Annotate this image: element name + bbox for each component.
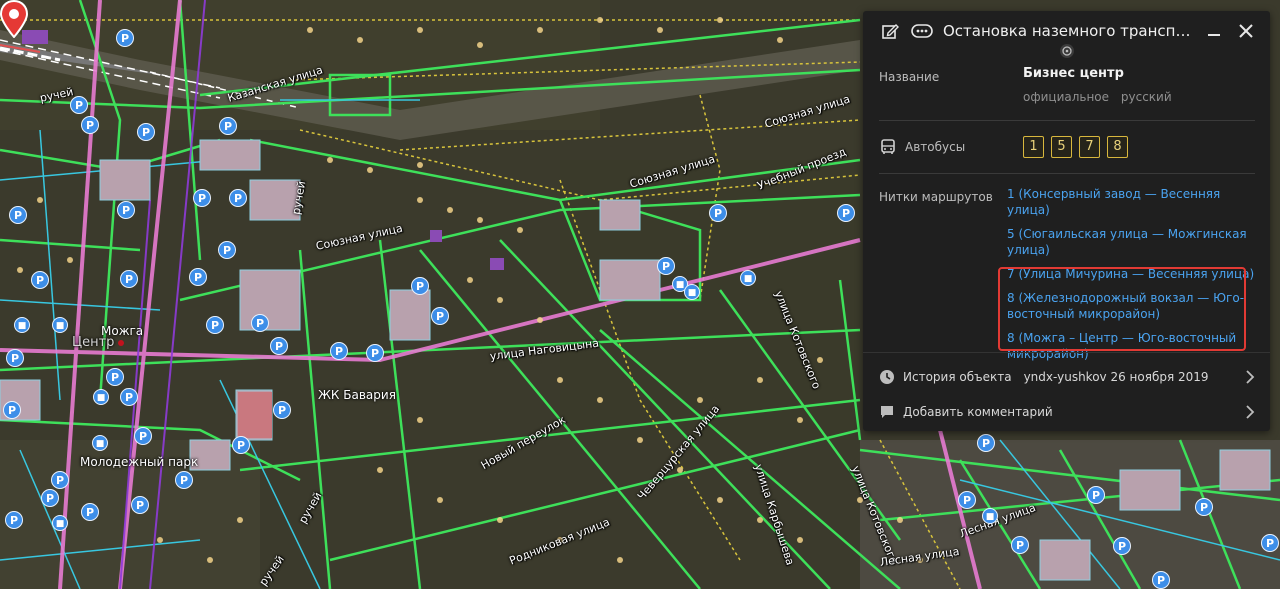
parking-icon[interactable]: P — [977, 434, 995, 452]
divider — [879, 173, 1255, 174]
parking-icon[interactable]: P — [431, 307, 449, 325]
parking-icon[interactable]: P — [5, 511, 23, 529]
comment-icon — [881, 406, 893, 418]
parking-icon[interactable]: P — [106, 368, 124, 386]
parking-icon[interactable]: P — [411, 277, 429, 295]
history-label: История объекта — [903, 370, 1012, 384]
name-label: Название — [879, 70, 940, 84]
parking-icon[interactable]: P — [117, 201, 135, 219]
parking-icon[interactable]: P — [366, 344, 384, 362]
parking-icon[interactable]: P — [1011, 536, 1029, 554]
add-comment-label: Добавить комментарий — [903, 405, 1053, 419]
parking-icon[interactable]: P — [958, 491, 976, 509]
edit-icon[interactable] — [879, 20, 901, 42]
parking-icon[interactable]: P — [1195, 498, 1213, 516]
bus-stop-icon[interactable]: ■ — [92, 435, 108, 451]
parking-icon[interactable]: P — [206, 316, 224, 334]
parking-icon[interactable]: P — [1152, 571, 1170, 589]
stop-name[interactable]: Бизнес центр — [1023, 66, 1124, 81]
bus-stop-icon[interactable]: ■ — [52, 515, 68, 531]
parking-icon[interactable]: P — [175, 471, 193, 489]
object-info-panel: Остановка наземного транспо... Название … — [863, 11, 1270, 431]
place-label: Молодежный парк — [80, 455, 199, 469]
route-highlight-box — [998, 267, 1246, 351]
minimize-icon[interactable] — [1202, 19, 1226, 43]
parking-icon[interactable]: P — [81, 503, 99, 521]
parking-icon[interactable]: P — [6, 349, 24, 367]
parking-icon[interactable]: P — [120, 270, 138, 288]
parking-icon[interactable]: P — [120, 388, 138, 406]
parking-icon[interactable]: P — [232, 436, 250, 454]
bus-stop-icon[interactable]: ■ — [982, 508, 998, 524]
parking-icon[interactable]: P — [251, 314, 269, 332]
buses-row: Автобусы 1 5 7 8 — [879, 135, 1259, 159]
parking-icon[interactable]: P — [70, 96, 88, 114]
parking-icon[interactable]: P — [81, 116, 99, 134]
parking-icon[interactable]: P — [1261, 534, 1279, 552]
history-row[interactable]: История объекта yndx-yushkov 26 ноября 2… — [879, 365, 1259, 389]
parking-icon[interactable]: P — [219, 117, 237, 135]
comment-row[interactable]: Добавить комментарий — [879, 400, 1259, 424]
divider — [863, 352, 1270, 353]
bus-icon — [881, 139, 895, 154]
parking-icon[interactable]: P — [1113, 537, 1131, 555]
parking-icon[interactable]: P — [273, 401, 291, 419]
parking-icon[interactable]: P — [657, 257, 675, 275]
chevron-right-icon[interactable] — [1243, 368, 1257, 386]
parking-icon[interactable]: P — [51, 471, 69, 489]
bus-badge-7[interactable]: 7 — [1079, 136, 1100, 158]
more-icon[interactable] — [911, 20, 933, 42]
routes-row: Нитки маршрутов 1 (Консервный завод — Ве… — [879, 186, 1259, 361]
parking-icon[interactable]: P — [1087, 486, 1105, 504]
panel-title: Остановка наземного транспо... — [943, 22, 1194, 40]
parking-icon[interactable]: P — [134, 427, 152, 445]
parking-icon[interactable]: P — [709, 204, 727, 222]
bus-stop-icon[interactable]: ■ — [684, 284, 700, 300]
bus-badge-1[interactable]: 1 — [1023, 136, 1044, 158]
selected-stop-pin-icon[interactable] — [0, 0, 28, 38]
bus-stop-icon[interactable]: ■ — [740, 270, 756, 286]
bus-badge-5[interactable]: 5 — [1051, 136, 1072, 158]
divider — [879, 120, 1255, 121]
bus-stop-icon[interactable]: ■ — [14, 317, 30, 333]
name-row: Название Бизнес центр официальное русски… — [879, 66, 1259, 104]
parking-icon[interactable]: P — [131, 496, 149, 514]
name-tags: официальное русский — [1023, 90, 1180, 104]
parking-icon[interactable]: P — [116, 29, 134, 47]
bus-stop-icon[interactable]: ■ — [93, 389, 109, 405]
parking-icon[interactable]: P — [218, 241, 236, 259]
history-value: yndx-yushkov 26 ноября 2019 — [1023, 370, 1209, 384]
locate-target-icon[interactable] — [1059, 43, 1075, 59]
parking-icon[interactable]: P — [9, 206, 27, 224]
place-label: ЖК Бавария — [318, 388, 396, 402]
chevron-right-icon[interactable] — [1243, 403, 1257, 421]
close-icon[interactable] — [1234, 19, 1258, 43]
route-link-5[interactable]: 5 (Сюгаильская улица — Можгинская улица) — [1007, 226, 1257, 258]
buses-label: Автобусы — [905, 140, 966, 154]
parking-icon[interactable]: P — [193, 189, 211, 207]
parking-icon[interactable]: P — [137, 123, 155, 141]
place-label: Центр — [72, 335, 115, 350]
name-tag-official: официальное — [1023, 90, 1110, 104]
parking-icon[interactable]: P — [3, 401, 21, 419]
parking-icon[interactable]: P — [31, 271, 49, 289]
parking-icon[interactable]: P — [837, 204, 855, 222]
parking-icon[interactable]: P — [330, 342, 348, 360]
clock-icon — [880, 370, 894, 384]
bus-badge-8[interactable]: 8 — [1107, 136, 1128, 158]
routes-label: Нитки маршрутов — [879, 190, 993, 204]
parking-icon[interactable]: P — [270, 337, 288, 355]
bus-stop-icon[interactable]: ■ — [52, 317, 68, 333]
parking-icon[interactable]: P — [41, 489, 59, 507]
parking-icon[interactable]: P — [189, 268, 207, 286]
name-tag-language: русский — [1120, 90, 1172, 104]
route-link-1[interactable]: 1 (Консервный завод — Весенняя улица) — [1007, 186, 1257, 218]
parking-icon[interactable]: P — [229, 189, 247, 207]
